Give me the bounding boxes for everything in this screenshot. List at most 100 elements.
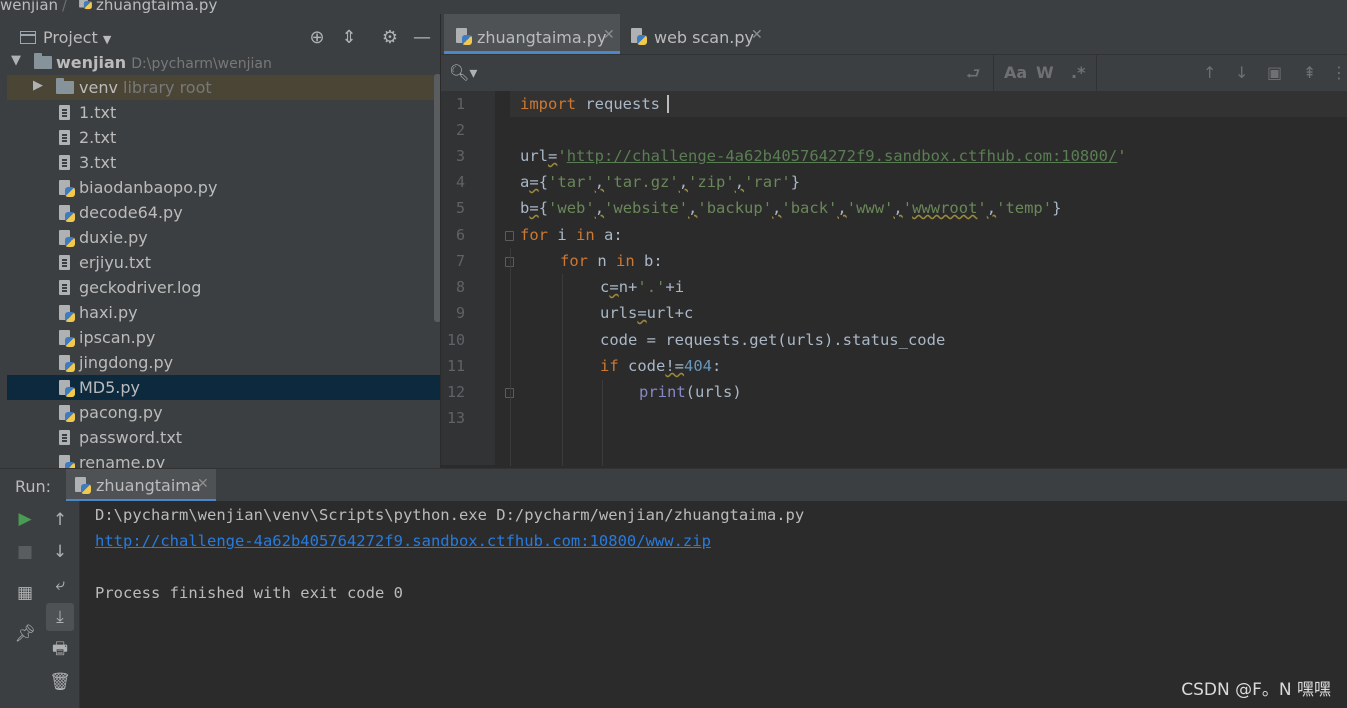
soft-wrap-icon[interactable]: ⤶ (46, 571, 74, 599)
search-input[interactable] (503, 59, 983, 87)
scroll-down-icon[interactable]: ↓ (46, 538, 74, 566)
close-icon[interactable]: ✕ (751, 27, 763, 43)
text-file-icon (59, 130, 70, 145)
next-occurrence-icon[interactable]: ↓ (1235, 63, 1248, 82)
tree-item-label: duxie.py (79, 228, 148, 247)
scroll-up-icon[interactable]: ↑ (46, 506, 74, 534)
tree-item-label: decode64.py (79, 203, 183, 222)
code-line-5: b={'web','website','backup','back','www'… (520, 199, 1062, 217)
tree-item-label: 3.txt (79, 153, 117, 172)
rerun-icon[interactable]: ▶ (11, 505, 39, 533)
tree-item-file[interactable]: password.txt (7, 425, 440, 450)
pin-icon[interactable]: 📌︎ (11, 620, 39, 648)
tree-item-file[interactable]: decode64.py (7, 200, 440, 225)
tree-item-file[interactable]: haxi.py (7, 300, 440, 325)
console-output-link[interactable]: http://challenge-4a62b405764272f9.sandbo… (95, 532, 711, 550)
divider (1096, 55, 1097, 91)
tab-web-scan[interactable]: web scan.py ✕ (621, 14, 766, 54)
layout-icon[interactable]: ▦ (11, 579, 39, 607)
close-icon[interactable]: ✕ (197, 476, 209, 492)
scroll-to-end-icon[interactable]: ⤓ (46, 603, 74, 631)
tree-item-file[interactable]: jingdong.py (7, 350, 440, 375)
more-icon[interactable]: ⋮ (1331, 63, 1347, 82)
match-case-icon[interactable]: Aa (1004, 63, 1027, 82)
folder-icon (34, 53, 52, 69)
search-icon[interactable]: 🔍︎▾ (449, 63, 477, 82)
tab-label: zhuangtaima.py (477, 28, 607, 47)
run-console[interactable]: D:\pycharm\wenjian\venv\Scripts\python.e… (80, 501, 1347, 708)
gear-icon[interactable]: ⚙ (379, 27, 401, 49)
code-editor[interactable]: import requests url='http://challenge-4a… (510, 91, 1347, 465)
line-number: 7 (455, 252, 465, 270)
tab-label: web scan.py (654, 28, 754, 47)
tree-item-file[interactable]: rename.py (7, 450, 440, 468)
whole-word-icon[interactable]: W (1036, 63, 1054, 82)
project-panel: Project ▼ ⊕ ⇕ ⚙ — ▼ wenjian D:\pycharm\w… (7, 14, 440, 468)
tree-item-label: password.txt (79, 428, 183, 447)
tree-item-path: D:\pycharm\wenjian (131, 56, 272, 72)
collapse-all-icon[interactable]: ⇕ (338, 27, 360, 49)
python-file-icon (79, 0, 92, 10)
tab-zhuangtaima[interactable]: zhuangtaima.py ✕ (444, 14, 620, 54)
project-view-selector[interactable]: Project ▼ (43, 28, 111, 47)
code-line-12: print(urls) (639, 383, 742, 401)
python-file-icon (456, 28, 472, 45)
console-command-line: D:\pycharm\wenjian\venv\Scripts\python.e… (95, 506, 805, 524)
code-line-6: for i in a: (520, 226, 623, 244)
tree-item-label: haxi.py (79, 303, 138, 322)
tree-item-file[interactable]: biaodanbaopo.py (7, 175, 440, 200)
tree-item-venv[interactable]: ▶ venv library root (7, 75, 440, 100)
trash-icon[interactable]: 🗑︎ (46, 668, 74, 696)
tree-item-file[interactable]: duxie.py (7, 225, 440, 250)
breadcrumb: wenjian / zhuangtaima.py (0, 0, 1347, 14)
tree-item-file[interactable]: pacong.py (7, 400, 440, 425)
text-file-icon (59, 155, 70, 170)
run-toolbar-secondary: ↑ ↓ ⤶ ⤓ 🖶︎ 🗑︎ (40, 501, 80, 708)
tree-item-file[interactable]: geckodriver.log (7, 275, 440, 300)
line-number: 5 (455, 199, 465, 217)
tree-item-label: erjiyu.txt (79, 253, 152, 272)
tree-item-file[interactable]: 2.txt (7, 125, 440, 150)
python-file-icon (59, 330, 75, 347)
locate-icon[interactable]: ⊕ (306, 27, 328, 49)
add-selection-icon[interactable]: ⇞ (1303, 63, 1316, 82)
regex-icon[interactable]: .* (1071, 63, 1085, 82)
hide-panel-icon[interactable]: — (411, 27, 433, 49)
expand-arrow-icon[interactable]: ▶ (33, 78, 43, 93)
print-icon[interactable]: 🖶︎ (46, 635, 74, 663)
stop-icon[interactable]: ■ (11, 538, 39, 566)
line-number: 9 (455, 304, 465, 322)
select-all-occurrences-icon[interactable]: ▣ (1267, 63, 1282, 82)
tree-item-label: geckodriver.log (79, 278, 202, 297)
breadcrumb-separator: / (62, 0, 68, 14)
tree-root-wenjian[interactable]: ▼ wenjian D:\pycharm\wenjian (7, 50, 440, 75)
code-line-7: for n in b: (560, 252, 663, 270)
line-number: 1 (455, 95, 465, 113)
expand-arrow-icon[interactable]: ▼ (11, 53, 21, 68)
newline-icon[interactable]: ⮐ (966, 63, 980, 90)
tree-item-file[interactable]: 3.txt (7, 150, 440, 175)
line-number: 8 (455, 278, 465, 296)
tree-item-file-selected[interactable]: MD5.py (7, 375, 440, 400)
tree-item-file[interactable]: ipscan.py (7, 325, 440, 350)
python-file-icon (75, 477, 91, 494)
line-number: 12 (446, 383, 465, 401)
project-view-icon (20, 31, 36, 44)
run-toolbar-primary: ▶ ■ ▦ 📌︎ (0, 501, 40, 708)
code-line-1: import requests (520, 95, 660, 113)
run-panel-header: Run: zhuangtaima ✕ (0, 468, 1347, 502)
tree-scrollbar[interactable] (434, 74, 440, 322)
text-file-icon (59, 255, 70, 270)
run-tab-zhuangtaima[interactable]: zhuangtaima ✕ (66, 469, 216, 502)
python-file-icon (59, 455, 75, 468)
breadcrumb-project[interactable]: wenjian (0, 0, 58, 14)
code-line-9: urls=url+c (600, 304, 694, 322)
breadcrumb-file[interactable]: zhuangtaima.py (96, 0, 217, 14)
python-file-icon (59, 205, 75, 222)
close-icon[interactable]: ✕ (603, 27, 615, 43)
line-number: 11 (446, 357, 465, 375)
tree-item-file[interactable]: erjiyu.txt (7, 250, 440, 275)
text-caret (667, 95, 669, 113)
tree-item-file[interactable]: 1.txt (7, 100, 440, 125)
previous-occurrence-icon[interactable]: ↑ (1203, 63, 1216, 82)
